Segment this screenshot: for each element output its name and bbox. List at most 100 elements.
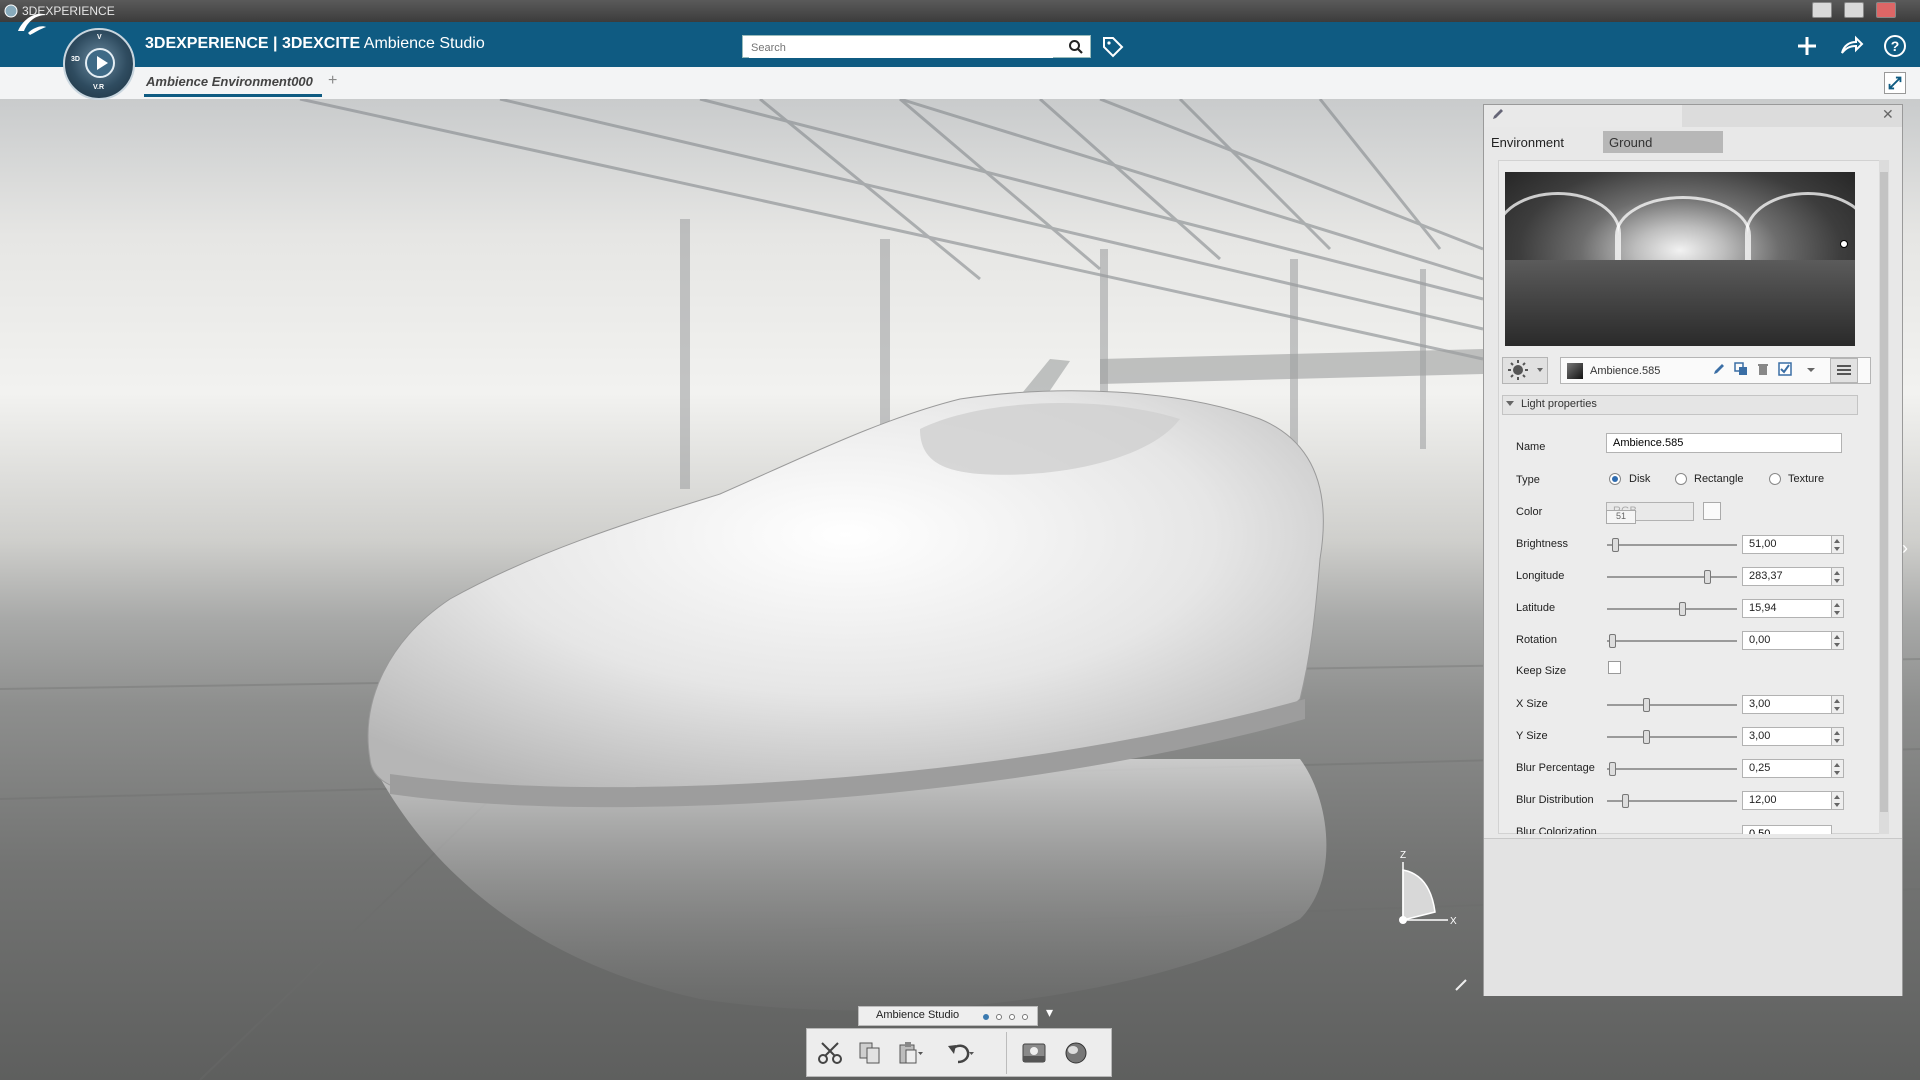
x-size-slider-thumb[interactable] xyxy=(1643,698,1650,712)
close-window-button[interactable] xyxy=(1876,2,1896,18)
longitude-input[interactable]: 283,37 xyxy=(1742,567,1832,586)
latitude-slider[interactable] xyxy=(1607,608,1737,610)
y-size-slider[interactable] xyxy=(1607,736,1737,738)
label-blur-distribution: Blur Distribution xyxy=(1516,794,1594,806)
latitude-input[interactable]: 15,94 xyxy=(1742,599,1832,618)
cut-icon[interactable] xyxy=(816,1040,844,1066)
latitude-slider-thumb[interactable] xyxy=(1679,602,1686,616)
blur-percentage-slider-thumb[interactable] xyxy=(1609,762,1616,776)
color-swatch[interactable] xyxy=(1703,502,1721,520)
y-size-slider-thumb[interactable] xyxy=(1643,730,1650,744)
brightness-slider-thumb[interactable] xyxy=(1612,538,1619,552)
panel-collapse-chevron-icon[interactable]: › xyxy=(1902,538,1908,559)
section-dot[interactable] xyxy=(1009,1014,1015,1020)
latitude-spinner[interactable] xyxy=(1832,599,1844,618)
type-disk-radio[interactable] xyxy=(1609,473,1621,485)
search-icon[interactable] xyxy=(1068,39,1084,55)
blur-distribution-slider-thumb[interactable] xyxy=(1622,794,1629,808)
y-size-spinner[interactable] xyxy=(1832,727,1844,746)
name-field[interactable] xyxy=(1606,433,1842,453)
active-tab-indicator xyxy=(144,94,322,97)
light-list-button[interactable] xyxy=(1830,358,1858,383)
panel-scroll-thumb[interactable] xyxy=(1880,172,1888,812)
duplicate-light-icon[interactable] xyxy=(1734,362,1748,376)
type-texture-radio[interactable] xyxy=(1769,473,1781,485)
label-latitude: Latitude xyxy=(1516,602,1556,614)
section-dot-active[interactable] xyxy=(983,1014,989,1020)
light-swatch xyxy=(1567,363,1583,379)
type-texture-label: Texture xyxy=(1788,473,1825,485)
add-tab-button[interactable]: + xyxy=(328,72,337,90)
enable-light-check-icon[interactable] xyxy=(1778,362,1792,376)
material-sphere-icon[interactable] xyxy=(1062,1040,1090,1066)
longitude-slider[interactable] xyxy=(1607,576,1737,578)
brightness-input[interactable]: 51,00 xyxy=(1742,535,1832,554)
tab-environment[interactable]: Environment xyxy=(1485,131,1603,153)
environment-ambience-icon[interactable] xyxy=(1020,1040,1048,1066)
minimize-button[interactable] xyxy=(1812,2,1832,18)
blur-colorization-input[interactable]: 0,50 xyxy=(1742,825,1832,834)
undo-icon[interactable] xyxy=(946,1040,974,1066)
rotation-slider[interactable] xyxy=(1607,640,1737,642)
environment-floor xyxy=(1505,260,1855,346)
rotation-slider-thumb[interactable] xyxy=(1609,634,1616,648)
blur-percentage-slider[interactable] xyxy=(1607,768,1737,770)
copy-icon[interactable] xyxy=(856,1040,884,1066)
keep-size-checkbox[interactable] xyxy=(1608,661,1621,674)
longitude-slider-thumb[interactable] xyxy=(1704,570,1711,584)
longitude-spinner[interactable] xyxy=(1832,567,1844,586)
tag-icon[interactable] xyxy=(1101,35,1125,59)
toolbar-separator xyxy=(1006,1032,1007,1074)
edit-light-icon[interactable] xyxy=(1712,362,1726,376)
x-size-input[interactable]: 3,00 xyxy=(1742,695,1832,714)
light-type-button[interactable] xyxy=(1502,357,1548,384)
section-dot[interactable] xyxy=(1022,1014,1028,1020)
share-icon[interactable] xyxy=(1838,33,1864,59)
sun-icon xyxy=(1508,360,1543,380)
ds-logo-icon[interactable] xyxy=(14,9,50,37)
light-position-marker[interactable] xyxy=(1840,240,1848,248)
brightness-spinner[interactable] xyxy=(1832,535,1844,554)
blur-distribution-spinner[interactable] xyxy=(1832,791,1844,810)
expand-toolbar-chevron-icon[interactable]: ▾ xyxy=(1046,1004,1053,1021)
label-x-size: X Size xyxy=(1516,698,1548,710)
blur-distribution-input[interactable]: 12,00 xyxy=(1742,791,1832,810)
exit-fullscreen-icon[interactable] xyxy=(1884,72,1906,94)
play-icon[interactable] xyxy=(85,48,115,78)
environment-preview[interactable] xyxy=(1505,172,1855,346)
type-disk-label: Disk xyxy=(1629,473,1651,485)
tab-ambience-environment[interactable]: Ambience Environment000 xyxy=(146,74,313,89)
tab-ground[interactable]: Ground xyxy=(1603,131,1723,153)
rotation-spinner[interactable] xyxy=(1832,631,1844,650)
search-box[interactable] xyxy=(742,35,1091,58)
delete-light-icon[interactable] xyxy=(1756,362,1770,376)
label-name: Name xyxy=(1516,441,1546,453)
search-input[interactable] xyxy=(749,37,1053,58)
maximize-button[interactable] xyxy=(1844,2,1864,18)
slider-value-tooltip: 51 xyxy=(1606,510,1636,524)
compass-left-label: 3D xyxy=(71,56,80,63)
blur-percentage-input[interactable]: 0,25 xyxy=(1742,759,1832,778)
workbench-label: Ambience Studio xyxy=(876,1009,960,1021)
section-title: Light properties xyxy=(1521,398,1597,410)
x-size-spinner[interactable] xyxy=(1832,695,1844,714)
y-size-input[interactable]: 3,00 xyxy=(1742,727,1832,746)
blur-percentage-spinner[interactable] xyxy=(1832,759,1844,778)
collapse-arrow-icon[interactable] xyxy=(1506,401,1514,406)
chevron-down-icon[interactable] xyxy=(1806,367,1816,373)
brightness-slider[interactable] xyxy=(1607,544,1737,546)
axis-triad[interactable]: Z X xyxy=(1390,850,1460,930)
section-dot[interactable] xyxy=(996,1014,1002,1020)
resize-grip-icon[interactable] xyxy=(1454,978,1468,992)
type-rectangle-radio[interactable] xyxy=(1675,473,1687,485)
panel-close-icon[interactable]: ✕ xyxy=(1882,106,1894,123)
compass-widget[interactable]: V 3D V.R xyxy=(63,28,135,100)
label-color: Color xyxy=(1516,506,1543,518)
pencil-icon[interactable] xyxy=(1491,107,1505,121)
paste-icon[interactable] xyxy=(896,1040,924,1066)
x-size-slider[interactable] xyxy=(1607,704,1737,706)
rotation-input[interactable]: 0,00 xyxy=(1742,631,1832,650)
add-icon[interactable] xyxy=(1794,33,1820,59)
help-icon[interactable]: ? xyxy=(1882,33,1908,59)
brand-bold: 3DEXCITE xyxy=(281,35,361,52)
